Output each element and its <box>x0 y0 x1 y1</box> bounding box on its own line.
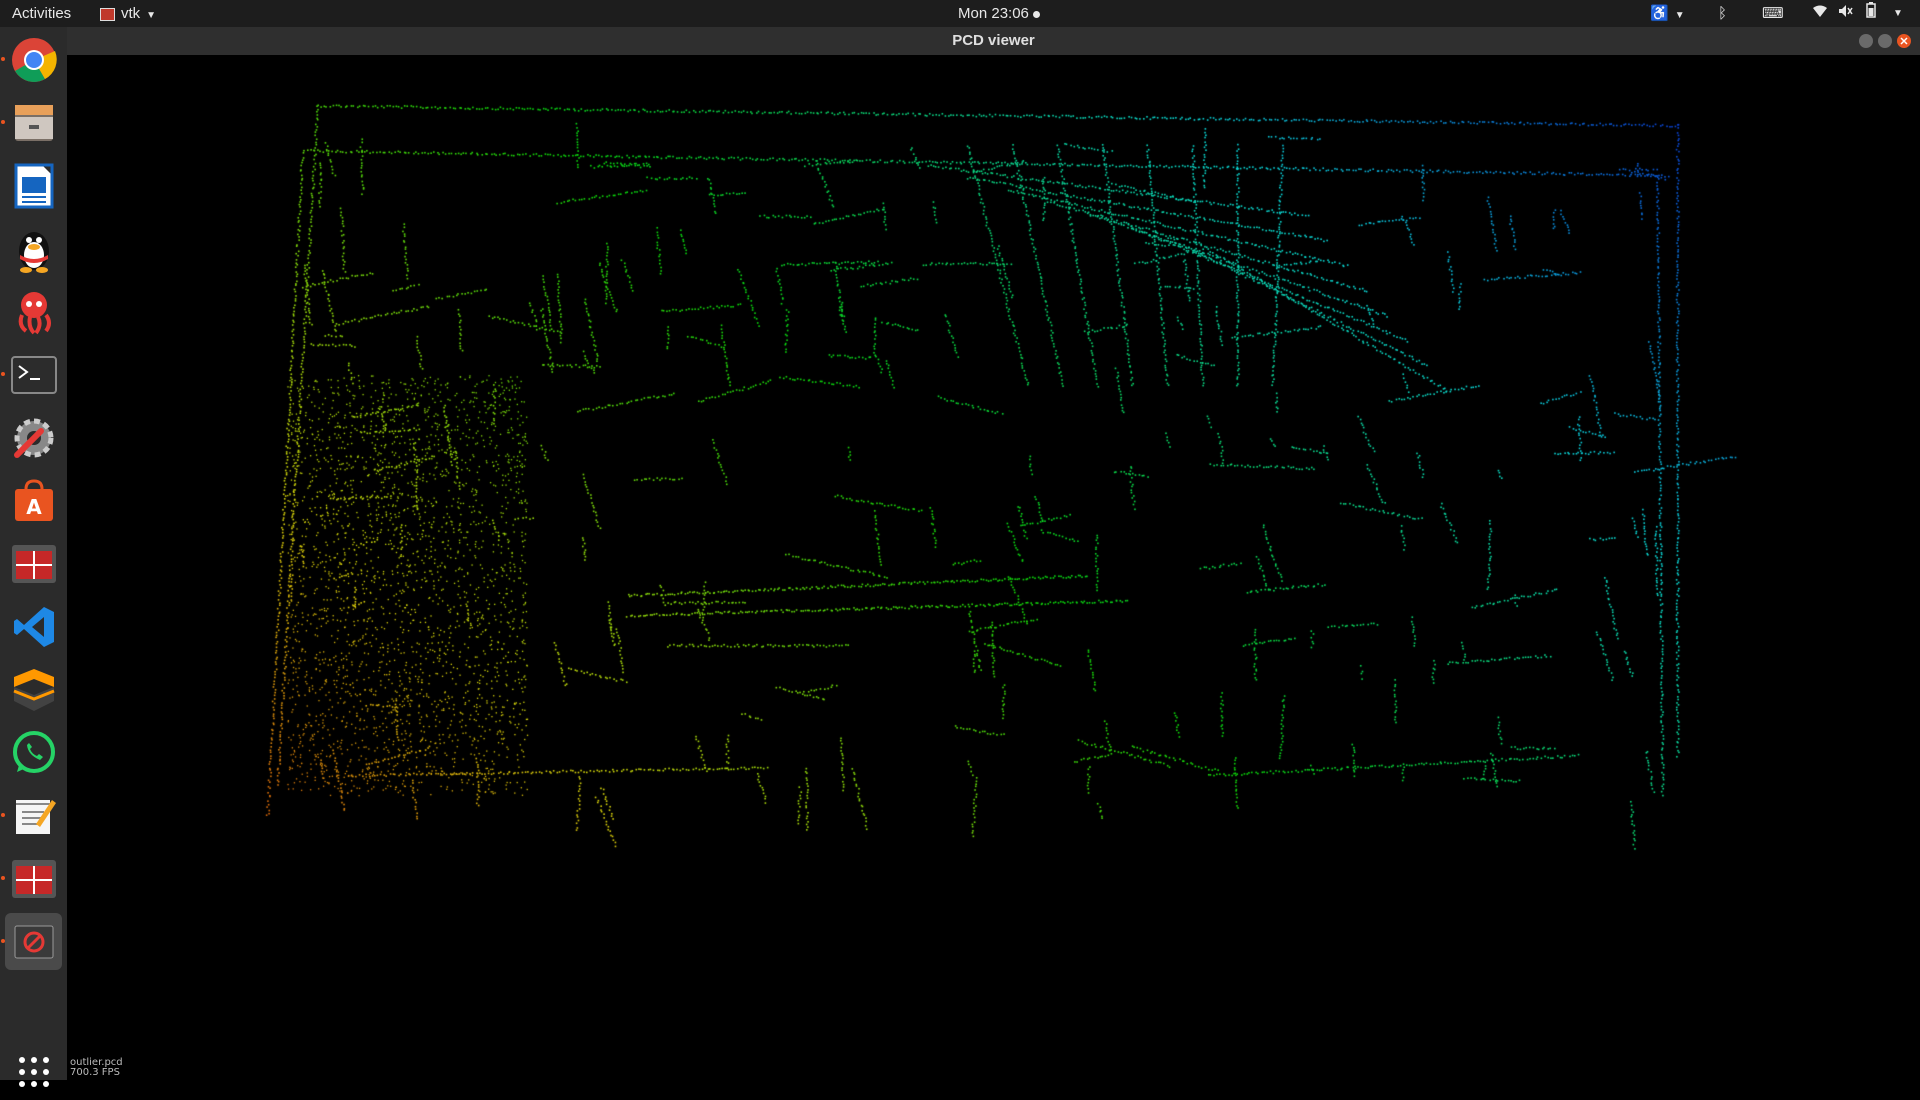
svg-text:A: A <box>26 495 42 519</box>
libreoffice-writer-icon <box>14 163 54 209</box>
app-menu-label: vtk <box>121 5 140 22</box>
show-apps-button[interactable] <box>5 1043 62 1100</box>
chevron-down-icon: ▼ <box>146 10 156 21</box>
close-button[interactable] <box>1897 34 1911 48</box>
pcd-viewer-icon <box>14 925 54 959</box>
point-cloud-canvas[interactable] <box>67 55 1920 1080</box>
window-titlebar[interactable]: PCD viewer <box>67 27 1920 55</box>
sublime-text-icon <box>12 667 56 713</box>
dock-item-text-editor[interactable] <box>5 787 62 844</box>
dock-item-whatsapp[interactable] <box>5 724 62 781</box>
dock-item-files[interactable] <box>5 94 62 151</box>
red-octopus-app-icon <box>14 289 54 335</box>
text-editor-icon <box>12 794 56 838</box>
dock-item-terminal[interactable] <box>5 346 62 403</box>
vscode-icon <box>12 605 56 649</box>
dock-item-chrome[interactable] <box>5 31 62 88</box>
close-icon <box>1897 34 1911 48</box>
running-indicator <box>1 813 5 817</box>
dock-item-writer[interactable] <box>5 157 62 214</box>
wifi-icon[interactable] <box>1812 0 1828 27</box>
window-title: PCD viewer <box>67 27 1920 55</box>
qq-penguin-icon <box>14 225 54 273</box>
app-menu-icon <box>100 8 115 21</box>
point-cloud-viewport[interactable] <box>67 55 1920 1080</box>
activities-button[interactable]: Activities <box>12 0 71 27</box>
dock-item-red-grid-app-2[interactable] <box>5 850 62 907</box>
keyboard-icon[interactable]: ⌨ <box>1762 0 1784 27</box>
volume-icon[interactable] <box>1838 0 1854 27</box>
running-indicator <box>1 57 5 61</box>
accessibility-icon[interactable]: ♿▼ <box>1650 0 1685 27</box>
clock[interactable]: Mon 23:06 <box>958 0 1040 27</box>
app-menu[interactable]: vtk ▼ <box>100 0 156 27</box>
show-apps-icon <box>17 1055 51 1089</box>
battery-icon[interactable] <box>1866 0 1876 27</box>
dock-item-sublime-text[interactable] <box>5 661 62 718</box>
red-grid-app-icon <box>11 544 57 584</box>
maximize-button[interactable] <box>1878 34 1892 48</box>
dock-item-vscode[interactable] <box>5 598 62 655</box>
dock-item-pcd-viewer[interactable] <box>5 913 62 970</box>
terminal-icon <box>11 356 57 394</box>
dock: A <box>0 27 67 1080</box>
dock-item-system-tools[interactable] <box>5 409 62 466</box>
chrome-icon <box>11 37 57 83</box>
whatsapp-icon <box>11 730 57 776</box>
running-indicator <box>1 939 5 943</box>
running-indicator <box>1 876 5 880</box>
notification-dot-icon <box>1033 11 1040 18</box>
bluetooth-icon[interactable]: ᛒ <box>1718 0 1727 27</box>
files-icon <box>12 101 56 145</box>
clock-label: Mon 23:06 <box>958 5 1029 22</box>
red-grid-app-2-icon <box>11 859 57 899</box>
system-menu-chevron-icon[interactable]: ▼ <box>1893 0 1903 27</box>
top-bar: Activities vtk ▼ Mon 23:06 ♿▼ ᛒ ⌨ ▼ <box>0 0 1920 27</box>
dock-item-qq[interactable] <box>5 220 62 277</box>
fps-label: 700.3 FPS <box>70 1068 123 1078</box>
software-center-icon: A <box>12 479 56 523</box>
system-tools-icon <box>11 415 57 461</box>
dock-item-software-center[interactable]: A <box>5 472 62 529</box>
dock-item-red-octopus-app[interactable] <box>5 283 62 340</box>
running-indicator <box>1 120 5 124</box>
viewer-status: outlier.pcd 700.3 FPS <box>70 1058 123 1078</box>
dock-item-red-grid-app[interactable] <box>5 535 62 592</box>
running-indicator <box>1 372 5 376</box>
minimize-button[interactable] <box>1859 34 1873 48</box>
